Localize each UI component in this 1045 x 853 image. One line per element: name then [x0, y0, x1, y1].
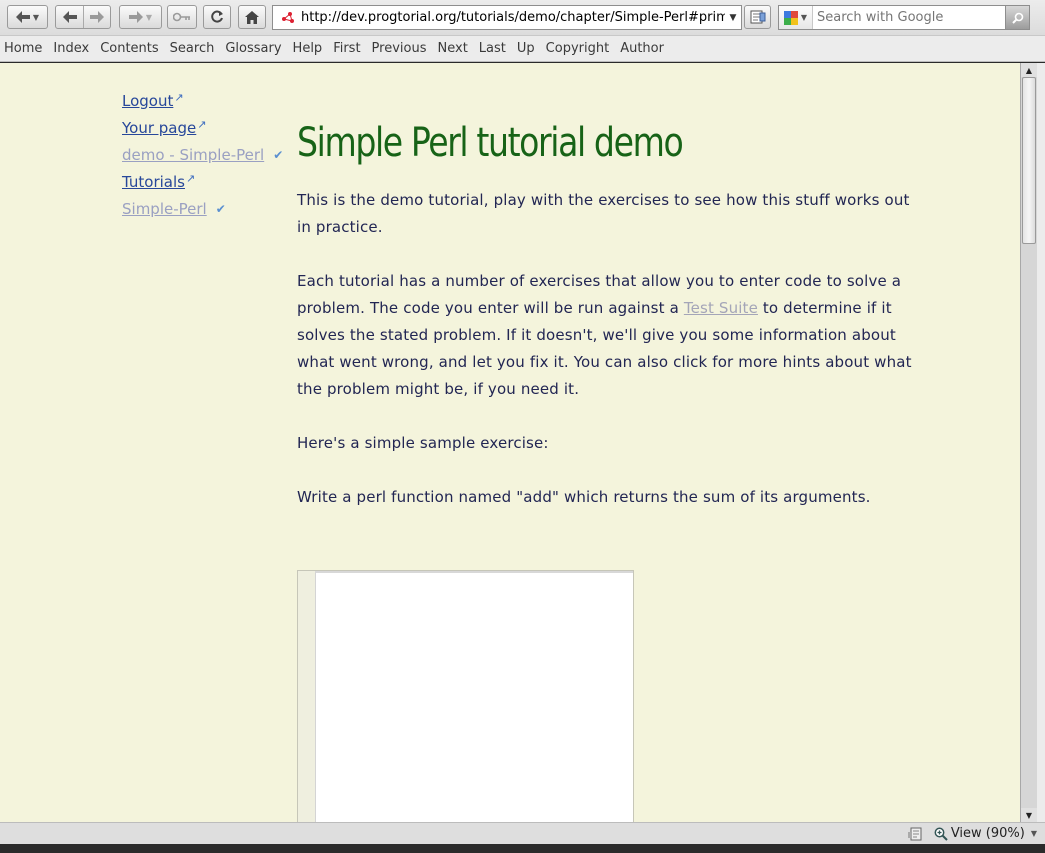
nav-first[interactable]: First: [333, 41, 360, 56]
sidebar-nav: Logout ↗ Your page ↗ demo - Simple-Perl …: [122, 87, 283, 222]
sidebar-link-simple-perl[interactable]: Simple-Perl: [122, 200, 207, 218]
google-icon: [783, 10, 798, 25]
sidebar-item-simple-perl: Simple-Perl ✔: [122, 195, 283, 222]
nav-last[interactable]: Last: [479, 41, 506, 56]
external-link-icon: ↗: [174, 91, 184, 104]
home-button[interactable]: [238, 5, 266, 29]
back-arrow-icon: [62, 11, 77, 23]
main-article: Simple Perl tutorial demo This is the de…: [297, 113, 922, 538]
url-bar[interactable]: http://dev.progtorial.org/tutorials/demo…: [272, 5, 742, 30]
page-title: Simple Perl tutorial demo: [297, 120, 684, 166]
nav-previous[interactable]: Previous: [372, 41, 427, 56]
sidebar-item-demo: demo - Simple-Perl ✔: [122, 141, 283, 168]
sample-intro-paragraph: Here's a simple sample exercise:: [297, 434, 549, 452]
forward-history-button[interactable]: ▼: [119, 5, 162, 29]
page-content: Logout ↗ Your page ↗ demo - Simple-Perl …: [0, 63, 1020, 822]
intro-paragraph: This is the demo tutorial, play with the…: [297, 191, 910, 236]
scroll-up-arrow-icon[interactable]: ▲: [1021, 63, 1037, 77]
nav-home[interactable]: Home: [4, 41, 42, 56]
chevron-down-icon: ▼: [800, 13, 808, 22]
key-button[interactable]: [167, 5, 197, 29]
editor-gutter: [298, 571, 315, 822]
nav-copyright[interactable]: Copyright: [546, 41, 610, 56]
exercise-prompt: Write a perl function named "add" which …: [297, 488, 871, 506]
external-link-icon: ↗: [185, 172, 196, 185]
nav-author[interactable]: Author: [620, 41, 664, 56]
browser-toolbar: ▼ ▼ http://dev.progtorial.org/tutorials/…: [0, 0, 1045, 36]
sidebar-link-your-page[interactable]: Your page: [122, 119, 196, 137]
scroll-down-arrow-icon[interactable]: ▼: [1021, 808, 1037, 822]
code-input-area[interactable]: [315, 571, 633, 822]
checkmark-icon: ✔: [215, 201, 226, 216]
back-forward-group: [55, 5, 111, 29]
site-navigation-toolbar: Home Index Contents Search Glossary Help…: [0, 36, 1045, 62]
page-bookmark-icon: [750, 10, 765, 24]
reload-button[interactable]: [203, 5, 231, 29]
back-history-button[interactable]: ▼: [7, 5, 48, 29]
search-engine-selector[interactable]: ▼: [779, 6, 813, 29]
vertical-scrollbar[interactable]: ▲ ▼: [1020, 63, 1037, 822]
search-go-button[interactable]: [1005, 6, 1029, 29]
home-icon: [245, 10, 259, 24]
url-text[interactable]: http://dev.progtorial.org/tutorials/demo…: [301, 10, 725, 25]
nav-next[interactable]: Next: [438, 41, 468, 56]
zoom-label: View (90%): [950, 826, 1025, 841]
forward-arrow-icon: [128, 11, 143, 23]
sidebar-item-your-page: Your page ↗: [122, 114, 283, 141]
window-bottom-edge: [0, 844, 1045, 853]
sidebar-link-tutorials[interactable]: Tutorials: [122, 173, 185, 191]
nav-index[interactable]: Index: [53, 41, 89, 56]
nav-up[interactable]: Up: [517, 41, 535, 56]
sidebar-link-logout[interactable]: Logout: [122, 92, 173, 110]
magnifier-icon: [1011, 12, 1023, 24]
reload-icon: [211, 10, 223, 23]
page-style-icon[interactable]: [907, 827, 924, 841]
checkmark-icon: ✔: [273, 147, 284, 162]
sidebar-item-logout: Logout ↗: [122, 87, 283, 114]
zoom-control[interactable]: View (90%) ▼: [934, 826, 1037, 841]
chevron-down-icon: ▼: [32, 12, 40, 22]
zoom-icon: [934, 827, 948, 841]
bookmark-page-button[interactable]: [744, 5, 771, 29]
description-paragraph: Each tutorial has a number of exercises …: [297, 268, 922, 403]
code-editor: [297, 570, 634, 822]
chevron-down-icon[interactable]: ▼: [725, 13, 741, 23]
scrollbar-thumb[interactable]: [1022, 77, 1036, 244]
back-button[interactable]: [57, 6, 84, 28]
key-icon: [173, 12, 190, 22]
chevron-down-icon: ▼: [145, 12, 153, 22]
forward-arrow-icon: [89, 11, 104, 23]
status-bar: View (90%) ▼: [0, 822, 1045, 844]
nav-help[interactable]: Help: [293, 41, 323, 56]
site-favicon-icon: [279, 9, 297, 27]
search-input[interactable]: [813, 10, 1005, 25]
external-link-icon: ↗: [197, 118, 207, 131]
back-arrow-icon: [15, 11, 30, 23]
test-suite-link[interactable]: Test Suite: [684, 299, 758, 317]
nav-search[interactable]: Search: [170, 41, 215, 56]
sidebar-link-demo[interactable]: demo - Simple-Perl: [122, 146, 264, 164]
sidebar-item-tutorials: Tutorials ↗: [122, 168, 283, 195]
chevron-down-icon: ▼: [1030, 829, 1037, 838]
nav-contents[interactable]: Contents: [100, 41, 158, 56]
search-box: ▼: [778, 5, 1030, 30]
nav-glossary[interactable]: Glossary: [225, 41, 281, 56]
forward-button[interactable]: [84, 6, 110, 28]
window-edge: [1037, 63, 1045, 822]
